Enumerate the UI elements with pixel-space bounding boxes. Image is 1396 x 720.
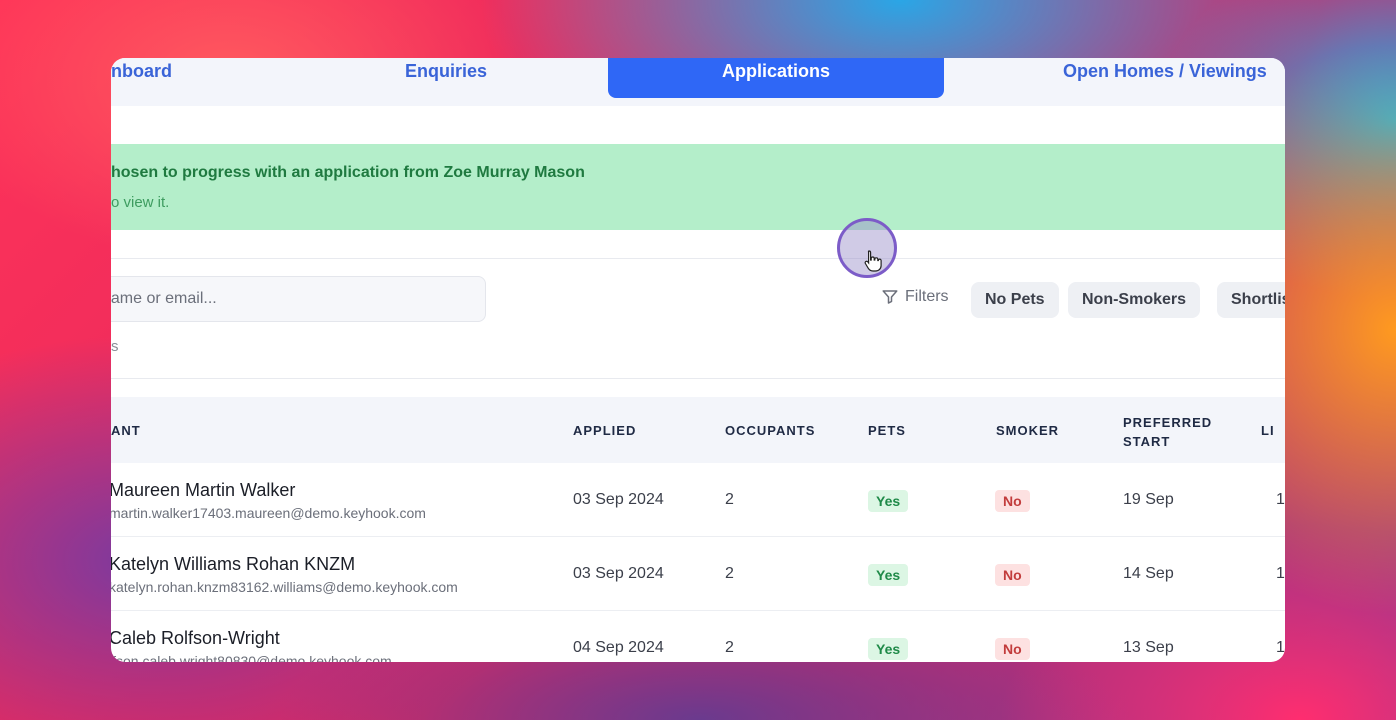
table-row[interactable]: Maureen Martin Walker martin.walker17403… bbox=[111, 463, 1285, 537]
occupants-count: 2 bbox=[725, 639, 734, 656]
smoker-badge: No bbox=[995, 564, 1030, 586]
tab-label: Open Homes / Viewings bbox=[1063, 61, 1267, 81]
applicant-email: lfson.caleb.wright80830@demo.keyhook.com bbox=[111, 653, 392, 662]
filters-button[interactable]: Filters bbox=[881, 288, 949, 306]
tab-label: nboard bbox=[111, 61, 172, 81]
tab-enquiries[interactable]: Enquiries bbox=[405, 58, 525, 98]
hand-pointer-icon bbox=[864, 250, 882, 272]
lease-cell: 12 bbox=[1276, 491, 1285, 508]
chip-non-smokers[interactable]: Non-Smokers bbox=[1068, 282, 1201, 318]
filter-funnel-icon bbox=[882, 290, 898, 304]
success-banner[interactable]: hosen to progress with an application fr… bbox=[111, 144, 1285, 230]
applicant-email: katelyn.rohan.knzm83162.williams@demo.ke… bbox=[111, 579, 458, 595]
col-lease[interactable]: LI bbox=[1261, 423, 1275, 438]
pets-badge: Yes bbox=[868, 490, 909, 512]
app-window: nboard Enquiries Applications Open Homes… bbox=[111, 58, 1285, 662]
col-pets[interactable]: PETS bbox=[868, 423, 906, 438]
occupants-count: 2 bbox=[725, 565, 734, 582]
preferred-start: 13 Sep bbox=[1123, 639, 1174, 656]
tab-label: Applications bbox=[721, 61, 830, 81]
tab-label: Enquiries bbox=[405, 61, 488, 81]
col-preferred-start[interactable]: PREFERRED START bbox=[1123, 413, 1233, 451]
pets-badge: Yes bbox=[868, 564, 909, 586]
applied-date: 03 Sep 2024 bbox=[573, 491, 664, 508]
col-applicant[interactable]: ANT bbox=[111, 423, 141, 438]
applied-date: 03 Sep 2024 bbox=[573, 565, 664, 582]
tab-dashboard[interactable]: nboard bbox=[111, 58, 191, 98]
lease-cell: 12 bbox=[1276, 639, 1285, 656]
banner-title: hosen to progress with an application fr… bbox=[111, 164, 585, 181]
smoker-badge: No bbox=[995, 638, 1030, 660]
tab-open-homes[interactable]: Open Homes / Viewings bbox=[1063, 58, 1285, 98]
chip-shortlisted[interactable]: Shortlis bbox=[1217, 282, 1285, 318]
applied-date: 04 Sep 2024 bbox=[573, 639, 664, 656]
pets-badge: Yes bbox=[868, 638, 909, 660]
lease-cell: 12 bbox=[1276, 565, 1285, 582]
banner-subtitle[interactable]: o view it. bbox=[111, 194, 169, 211]
table-row[interactable]: Caleb Rolfson-Wright lfson.caleb.wright8… bbox=[111, 611, 1285, 662]
col-applied[interactable]: APPLIED bbox=[573, 423, 636, 438]
tab-applications[interactable]: Applications bbox=[608, 58, 944, 98]
divider bbox=[111, 258, 1285, 259]
preferred-start: 19 Sep bbox=[1123, 491, 1174, 508]
search-input[interactable] bbox=[111, 276, 486, 322]
divider bbox=[111, 378, 1285, 379]
cursor-highlight bbox=[837, 218, 897, 278]
filters-label: Filters bbox=[905, 288, 949, 305]
applicant-email: martin.walker17403.maureen@demo.keyhook.… bbox=[111, 505, 426, 521]
table-row[interactable]: Katelyn Williams Rohan KNZM katelyn.roha… bbox=[111, 537, 1285, 611]
table-header: ANT APPLIED OCCUPANTS PETS SMOKER PREFER… bbox=[111, 397, 1285, 463]
chip-no-pets[interactable]: No Pets bbox=[971, 282, 1059, 318]
col-smoker[interactable]: SMOKER bbox=[996, 423, 1059, 438]
occupants-count: 2 bbox=[725, 491, 734, 508]
applicant-name[interactable]: Caleb Rolfson-Wright bbox=[111, 628, 280, 649]
applicant-name[interactable]: Maureen Martin Walker bbox=[111, 480, 295, 501]
applicant-name[interactable]: Katelyn Williams Rohan KNZM bbox=[111, 554, 355, 575]
col-occupants[interactable]: OCCUPANTS bbox=[725, 423, 815, 438]
tab-bar: nboard Enquiries Applications Open Homes… bbox=[111, 58, 1285, 106]
smoker-badge: No bbox=[995, 490, 1030, 512]
preferred-start: 14 Sep bbox=[1123, 565, 1174, 582]
results-count: s bbox=[111, 338, 119, 355]
